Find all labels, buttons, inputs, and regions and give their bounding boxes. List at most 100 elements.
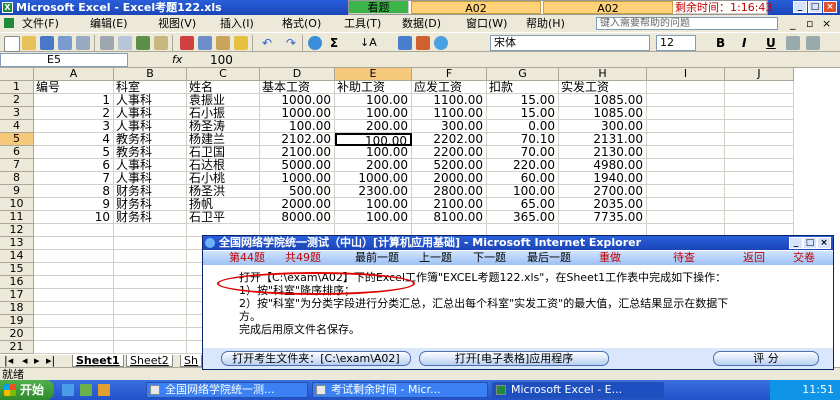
cell-B14[interactable] (114, 250, 187, 263)
column-header-J[interactable]: J (725, 68, 794, 81)
column-header-I[interactable]: I (647, 68, 725, 81)
task-exam-browser[interactable]: 全国网络学院统一测... (146, 382, 308, 398)
cell-J10[interactable] (725, 198, 794, 211)
cell-B18[interactable] (114, 302, 187, 315)
cell-G11[interactable]: 365.00 (487, 211, 559, 224)
format-painter-icon[interactable] (234, 36, 248, 50)
review-link[interactable]: 待查 (673, 251, 695, 265)
menu-edit[interactable]: 编辑(E) (90, 15, 128, 32)
cell-B19[interactable] (114, 315, 187, 328)
cell-I6[interactable] (647, 146, 725, 159)
open-icon[interactable] (22, 36, 36, 50)
cell-I8[interactable] (647, 172, 725, 185)
cell-I2[interactable] (647, 94, 725, 107)
score-button[interactable]: 评 分 (713, 351, 819, 366)
quicklaunch-ie-icon[interactable] (62, 384, 74, 396)
cell-J9[interactable] (725, 185, 794, 198)
open-spreadsheet-app-button[interactable]: 打开[电子表格]应用程序 (419, 351, 609, 366)
cell-J8[interactable] (725, 172, 794, 185)
doc-restore-icon[interactable]: ▫ (806, 15, 813, 32)
bold-button[interactable]: B (716, 35, 725, 51)
cell-B20[interactable] (114, 328, 187, 341)
cell-A18[interactable] (34, 302, 114, 315)
cell-I11[interactable] (647, 211, 725, 224)
cell-B17[interactable] (114, 289, 187, 302)
cell-B16[interactable] (114, 276, 187, 289)
undo-icon[interactable]: ↶ (262, 35, 272, 51)
center-icon[interactable] (806, 36, 820, 50)
cell-A19[interactable] (34, 315, 114, 328)
cell-J2[interactable] (725, 94, 794, 107)
clock[interactable]: 11:51 (802, 383, 834, 396)
dialog-close-icon[interactable]: × (817, 237, 831, 249)
minimize-icon[interactable]: _ (793, 1, 807, 13)
exam-view-button[interactable]: 看题 (349, 1, 409, 14)
cell-B12[interactable] (114, 224, 187, 237)
dialog-minimize-icon[interactable]: _ (789, 237, 803, 249)
back-link[interactable]: 返回 (743, 251, 765, 265)
cell-J6[interactable] (725, 146, 794, 159)
save-icon[interactable] (40, 36, 54, 50)
redo-icon[interactable]: ↷ (286, 35, 296, 51)
menu-insert[interactable]: 插入(I) (220, 15, 254, 32)
menu-help[interactable]: 帮助(H) (526, 15, 565, 32)
underline-button[interactable]: U (766, 35, 776, 51)
cell-A14[interactable] (34, 250, 114, 263)
permission-icon[interactable] (58, 36, 72, 50)
next-sheet-icon[interactable]: ▸ (34, 355, 40, 367)
cell-I5[interactable] (647, 133, 725, 146)
redo-link[interactable]: 重做 (599, 251, 621, 265)
font-size-select[interactable]: 12 (656, 35, 696, 51)
help-icon[interactable] (434, 36, 448, 50)
cut-icon[interactable] (180, 36, 194, 50)
email-icon[interactable] (76, 36, 90, 50)
cell-J1[interactable] (725, 81, 794, 94)
autosum-icon[interactable]: Σ (330, 35, 338, 51)
menu-tools[interactable]: 工具(T) (344, 15, 381, 32)
hyperlink-icon[interactable] (308, 36, 322, 50)
task-timer-window[interactable]: 考试剩余时间 - Micr... (312, 382, 488, 398)
cell-I9[interactable] (647, 185, 725, 198)
insert-function-icon[interactable]: fx (172, 52, 182, 68)
cell-A13[interactable] (34, 237, 114, 250)
task-excel[interactable]: Microsoft Excel - E... (492, 382, 664, 398)
last-question-link[interactable]: 最后一题 (527, 251, 571, 265)
cell-I3[interactable] (647, 107, 725, 120)
menu-format[interactable]: 格式(O) (282, 15, 321, 32)
formula-input[interactable]: 100 (210, 52, 233, 68)
cell-E4[interactable]: 200.00 (335, 120, 412, 133)
dialog-maximize-icon[interactable]: □ (803, 237, 817, 249)
cell-H11[interactable]: 7735.00 (559, 211, 647, 224)
cell-J7[interactable] (725, 159, 794, 172)
print-preview-icon[interactable] (118, 36, 132, 50)
quicklaunch-desktop-icon[interactable] (80, 384, 92, 396)
first-sheet-icon[interactable]: |◂ (4, 355, 13, 367)
cell-J3[interactable] (725, 107, 794, 120)
cell-J4[interactable] (725, 120, 794, 133)
doc-minimize-icon[interactable]: _ (790, 15, 796, 32)
chart-wizard-icon[interactable] (398, 36, 412, 50)
submit-link[interactable]: 交卷 (793, 251, 815, 265)
prev-question-link[interactable]: 上一题 (419, 251, 452, 265)
open-exam-folder-button[interactable]: 打开考生文件夹：[C:\exam\A02] (221, 351, 411, 366)
paste-icon[interactable] (216, 36, 230, 50)
menu-window[interactable]: 窗口(W) (466, 15, 507, 32)
drawing-icon[interactable] (416, 36, 430, 50)
prev-sheet-icon[interactable]: ◂ (22, 355, 28, 367)
last-sheet-icon[interactable]: ▸| (46, 355, 55, 367)
cell-J5[interactable] (725, 133, 794, 146)
new-icon[interactable] (4, 36, 20, 52)
row-header-21[interactable]: 21 (0, 341, 34, 354)
next-question-link[interactable]: 下一题 (473, 251, 506, 265)
first-question-link[interactable]: 最前一题 (355, 251, 399, 265)
cell-A17[interactable] (34, 289, 114, 302)
menu-file[interactable]: 文件(F) (22, 15, 59, 32)
copy-icon[interactable] (198, 36, 212, 50)
cell-A15[interactable] (34, 263, 114, 276)
research-icon[interactable] (154, 36, 168, 50)
italic-button[interactable]: I (742, 35, 746, 51)
cell-A12[interactable] (34, 224, 114, 237)
menu-view[interactable]: 视图(V) (158, 15, 196, 32)
cell-D11[interactable]: 8000.00 (260, 211, 335, 224)
sort-ascending-icon[interactable]: ↓A (360, 35, 377, 51)
